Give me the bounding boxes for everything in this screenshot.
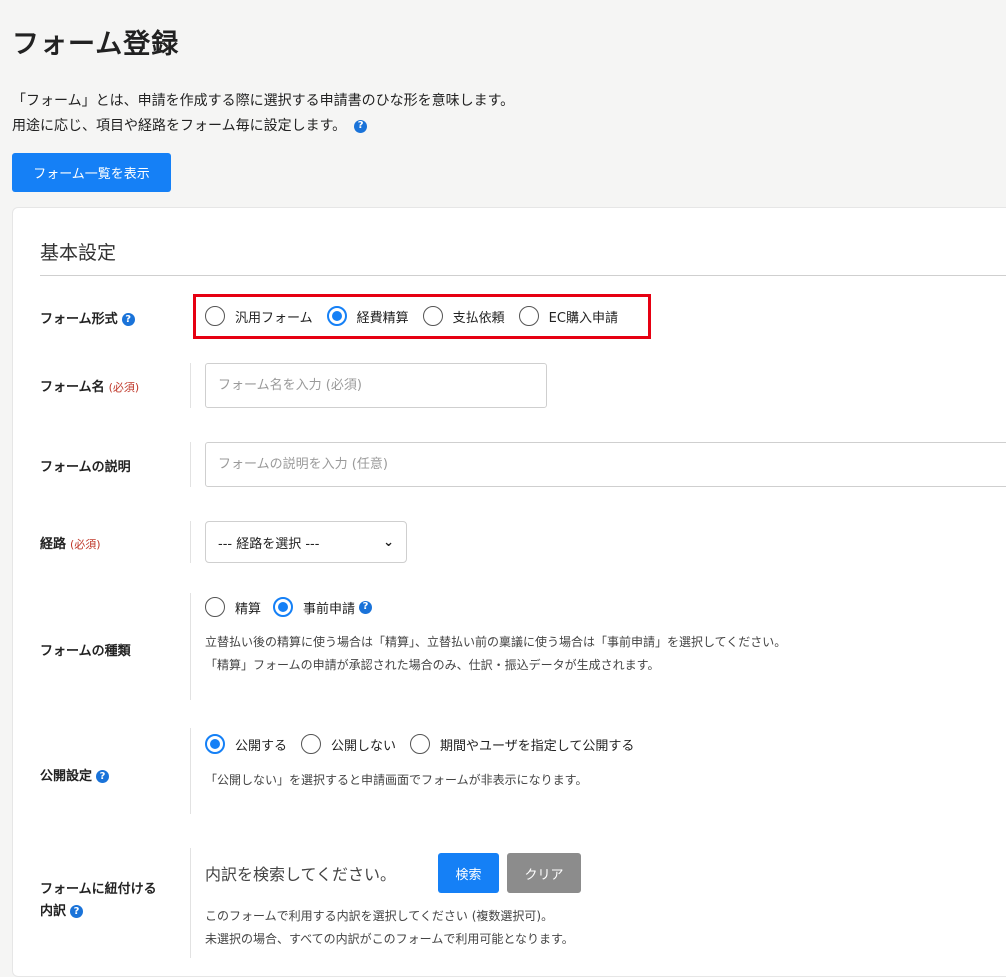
radio-form-type-payment[interactable]: 支払依頼 [422, 306, 505, 326]
radio-button[interactable] [410, 734, 431, 754]
page-title: フォーム登録 [12, 29, 180, 60]
form-name-input[interactable] [205, 363, 547, 408]
row-divider [190, 442, 191, 487]
help-icon[interactable]: ? [70, 905, 84, 918]
row-divider [190, 728, 191, 814]
form-kind-label: フォームの種類 [40, 644, 131, 659]
radio-publish-public[interactable]: 公開する [205, 734, 287, 754]
form-type-label: フォーム形式? [40, 308, 135, 327]
radio-button-selected[interactable] [273, 597, 294, 617]
search-button[interactable]: 検索 [438, 853, 499, 893]
basic-settings-card: 基本設定 フォーム形式? 汎用フォーム 経費精算 支払依頼 EC購入申請 フォー… [12, 207, 1006, 977]
radio-form-type-ec-purchase[interactable]: EC購入申請 [518, 306, 618, 326]
route-select[interactable]: --- 経路を選択 --- ⌄ [205, 521, 407, 563]
required-badge: (必須) [108, 381, 140, 394]
section-divider [40, 275, 1006, 276]
breakdown-search-text[interactable]: 内訳を検索してください。 [205, 861, 396, 885]
radio-form-type-general[interactable]: 汎用フォーム [205, 306, 313, 326]
row-divider [190, 521, 191, 563]
radio-form-type-expense[interactable]: 経費精算 [326, 306, 409, 326]
radio-button[interactable] [205, 306, 225, 326]
form-description-input[interactable] [205, 442, 1006, 487]
form-kind-note: 立替払い後の精算に使う場合は「精算」、立替払い前の稟議に使う場合は「事前申請」を… [205, 635, 787, 672]
intro-line-2: 用途に応じ、項目や経路をフォーム毎に設定します。? [12, 114, 514, 139]
radio-button[interactable] [518, 306, 539, 326]
help-icon[interactable]: ? [121, 313, 135, 326]
route-select-value: --- 経路を選択 --- [218, 536, 320, 552]
intro-line-1: 「フォーム」とは、申請を作成する際に選択する申請書のひな形を意味します。 [12, 93, 515, 109]
radio-publish-scheduled[interactable]: 期間やユーザを指定して公開する [410, 734, 634, 754]
clear-button[interactable]: クリア [507, 853, 581, 893]
radio-button[interactable] [422, 306, 443, 326]
breakdown-note: このフォームで利用する内訳を選択してください (複数選択可)。 未選択の場合、す… [205, 909, 574, 946]
radio-button[interactable] [301, 734, 322, 754]
intro-text: 「フォーム」とは、申請を作成する際に選択する申請書のひな形を意味します。 用途に… [12, 89, 514, 139]
radio-button[interactable] [205, 597, 225, 617]
help-icon[interactable]: ? [359, 600, 373, 614]
help-icon[interactable]: ? [354, 119, 368, 133]
section-title: 基本設定 [40, 242, 117, 264]
publish-note: 「公開しない」を選択すると申請画面でフォームが非表示になります。 [205, 773, 588, 787]
form-name-label: フォーム名 (必須) [40, 380, 140, 395]
help-icon[interactable]: ? [96, 770, 110, 783]
row-divider [190, 363, 191, 408]
radio-form-kind-pre-application[interactable]: 事前申請? [273, 597, 373, 617]
breakdown-label: フォームに紐付ける 内訳? [40, 882, 157, 919]
show-form-list-button[interactable]: フォーム一覧を表示 [12, 153, 171, 192]
row-divider [190, 848, 191, 958]
route-label: 経路 (必須) [40, 537, 101, 552]
form-kind-radio-group: 精算 事前申請? [205, 597, 384, 617]
publish-setting-label: 公開設定? [40, 765, 110, 784]
form-description-label: フォームの説明 [40, 460, 131, 475]
publish-radio-group: 公開する 公開しない 期間やユーザを指定して公開する [205, 734, 646, 754]
required-badge: (必須) [70, 538, 101, 551]
radio-button-selected[interactable] [326, 306, 347, 326]
radio-publish-private[interactable]: 公開しない [301, 734, 396, 754]
radio-button-selected[interactable] [205, 734, 225, 754]
radio-form-kind-settlement[interactable]: 精算 [205, 597, 261, 617]
form-type-radio-group: 汎用フォーム 経費精算 支払依頼 EC購入申請 [205, 306, 630, 326]
row-divider [190, 593, 191, 700]
chevron-down-icon: ⌄ [383, 534, 394, 550]
